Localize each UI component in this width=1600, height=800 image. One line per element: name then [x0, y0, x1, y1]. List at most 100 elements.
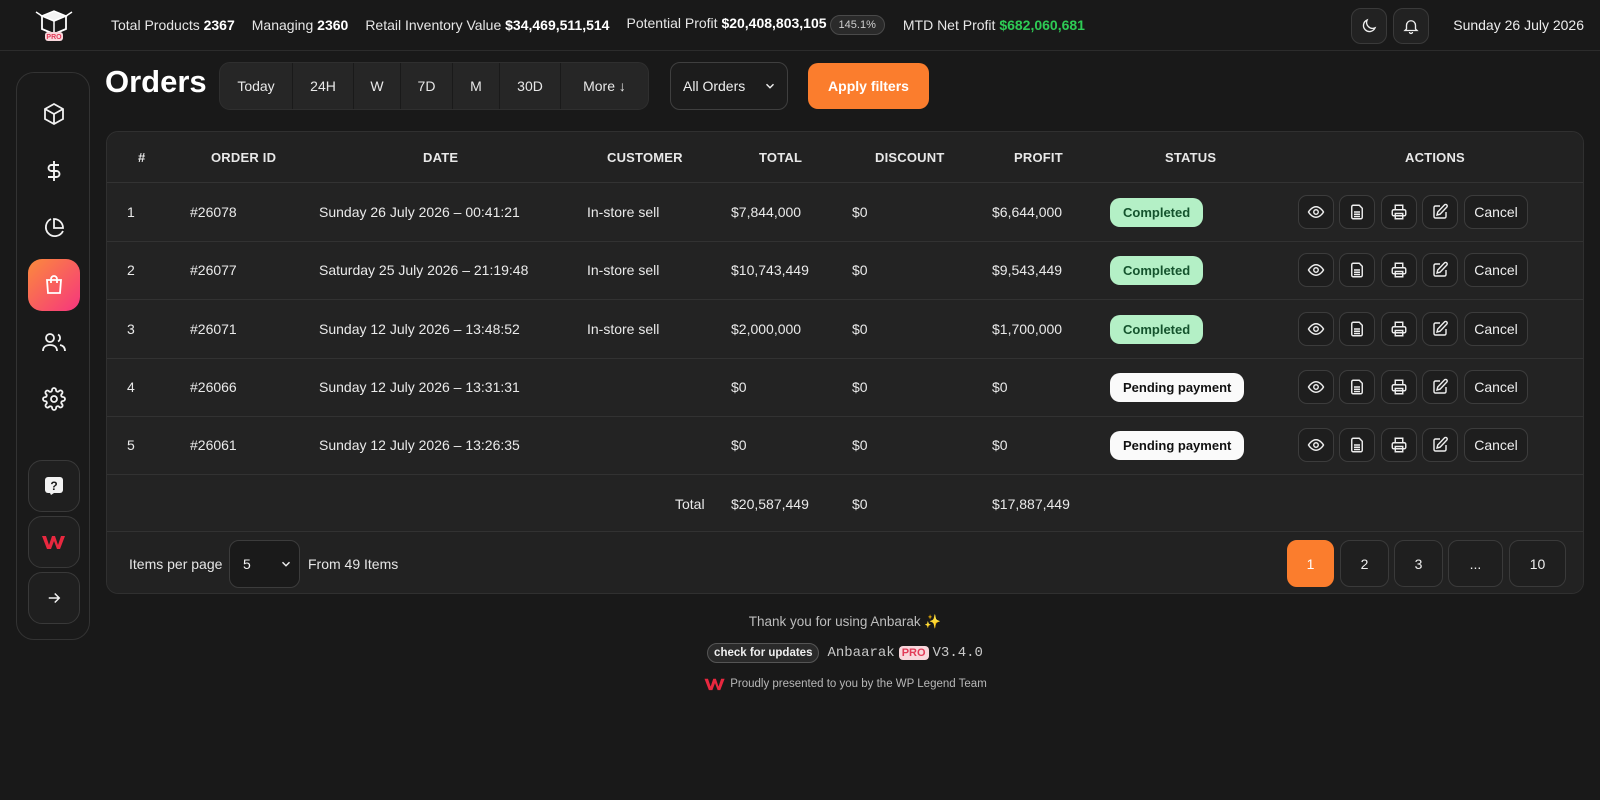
col-total: TOTAL: [759, 150, 803, 165]
range-week[interactable]: W: [354, 63, 401, 109]
edit-order-button[interactable]: [1422, 253, 1458, 287]
eye-icon: [1307, 378, 1325, 396]
sidebar-item-orders[interactable]: [28, 259, 80, 311]
cancel-order-button[interactable]: Cancel: [1464, 195, 1528, 229]
edit-order-button[interactable]: [1422, 312, 1458, 346]
printer-icon: [1390, 378, 1408, 396]
pagination-bar: Items per page 5 From 49 Items 1 2 3 ...…: [107, 532, 1583, 593]
edit-order-button[interactable]: [1422, 370, 1458, 404]
sidebar-item-reports[interactable]: [28, 202, 80, 254]
print-button[interactable]: [1381, 253, 1417, 287]
profit-percent-badge: 145.1%: [829, 15, 885, 35]
view-order-button[interactable]: [1298, 428, 1334, 462]
apply-filters-button[interactable]: Apply filters: [808, 63, 929, 109]
table-row: 5 #26061 Sunday 12 July 2026 – 13:26:35 $0 $…: [107, 416, 1583, 475]
order-total: $0: [731, 437, 747, 453]
printer-icon: [1390, 436, 1408, 454]
view-order-button[interactable]: [1298, 370, 1334, 404]
eye-icon: [1307, 436, 1325, 454]
cancel-order-button[interactable]: Cancel: [1464, 370, 1528, 404]
version-line: check for updates Anbaarak PRO V3.4.0: [0, 643, 1600, 663]
order-date: Sunday 26 July 2026 – 00:41:21: [319, 204, 520, 220]
row-number: 2: [127, 262, 135, 278]
order-profit: $6,644,000: [992, 204, 1063, 220]
check-updates-button[interactable]: check for updates: [707, 643, 820, 663]
range-more[interactable]: More ↓: [561, 63, 648, 109]
range-7d[interactable]: 7D: [401, 63, 453, 109]
page-3-button[interactable]: 3: [1394, 540, 1443, 587]
edit-order-button[interactable]: [1422, 428, 1458, 462]
page-1-button[interactable]: 1: [1287, 540, 1334, 587]
eye-icon: [1307, 261, 1325, 279]
print-button[interactable]: [1381, 428, 1417, 462]
print-button[interactable]: [1381, 312, 1417, 346]
col-actions: ACTIONS: [1405, 150, 1465, 165]
page-2-button[interactable]: 2: [1340, 540, 1389, 587]
sidebar-item-customers[interactable]: [28, 316, 80, 368]
stat-mtd-net-profit: MTD Net Profit $682,060,681: [902, 17, 1085, 33]
status-badge: Pending payment: [1110, 430, 1245, 460]
print-button[interactable]: [1381, 195, 1417, 229]
order-customer: In-store sell: [587, 204, 660, 220]
view-order-button[interactable]: [1298, 253, 1334, 287]
range-month[interactable]: M: [453, 63, 500, 109]
totals-row: Total $20,587,449 $0 $17,887,449: [107, 478, 1583, 532]
box-icon: [44, 102, 64, 126]
sidebar-item-help[interactable]: ?: [28, 460, 80, 512]
page-10-button[interactable]: 10: [1509, 540, 1566, 587]
col-date: DATE: [423, 150, 459, 165]
invoice-button[interactable]: [1339, 312, 1375, 346]
col-customer: CUSTOMER: [607, 150, 683, 165]
totals-total: $20,587,449: [731, 496, 809, 512]
row-number: 4: [127, 379, 135, 395]
col-order-id: ORDER ID: [211, 150, 277, 165]
range-24h[interactable]: 24H: [293, 63, 354, 109]
order-date: Sunday 12 July 2026 – 13:48:52: [319, 321, 520, 337]
cancel-order-button[interactable]: Cancel: [1464, 312, 1528, 346]
table-row: 1 #26078 Sunday 26 July 2026 – 00:41:21 In-…: [107, 183, 1583, 242]
edit-icon: [1431, 261, 1449, 279]
logo-pro-badge: PRO: [46, 34, 62, 41]
totals-discount: $0: [852, 496, 868, 512]
order-id: #26071: [190, 321, 237, 337]
order-total: $7,844,000: [731, 204, 802, 220]
print-button[interactable]: [1381, 370, 1417, 404]
help-icon: ?: [45, 477, 63, 495]
range-30d[interactable]: 30D: [500, 63, 561, 109]
sidebar-item-wp-legend[interactable]: [28, 516, 80, 568]
invoice-button[interactable]: [1339, 370, 1375, 404]
moon-icon[interactable]: [1351, 8, 1387, 44]
edit-icon: [1431, 436, 1449, 454]
bell-icon[interactable]: [1393, 8, 1429, 44]
printer-icon: [1390, 203, 1408, 221]
edit-order-button[interactable]: [1422, 195, 1458, 229]
app-logo[interactable]: PRO: [33, 8, 75, 42]
invoice-button[interactable]: [1339, 195, 1375, 229]
time-range-group: Today 24H W 7D M 30D More ↓: [219, 62, 649, 110]
totals-profit: $17,887,449: [992, 496, 1070, 512]
sidebar-item-settings[interactable]: [28, 373, 80, 425]
sidebar-item-products[interactable]: [28, 88, 80, 140]
invoice-button[interactable]: [1339, 253, 1375, 287]
invoice-button[interactable]: [1339, 428, 1375, 462]
document-icon: [1348, 436, 1366, 454]
stat-potential-profit: Potential Profit $20,408,803,105 145.1%: [626, 15, 885, 35]
row-number: 3: [127, 321, 135, 337]
items-per-page-select[interactable]: 5: [229, 540, 300, 588]
order-filter-select[interactable]: All Orders: [670, 62, 788, 110]
sidebar-item-finance[interactable]: [28, 145, 80, 197]
cancel-order-button[interactable]: Cancel: [1464, 428, 1528, 462]
range-today[interactable]: Today: [220, 63, 293, 109]
view-order-button[interactable]: [1298, 312, 1334, 346]
cancel-order-button[interactable]: Cancel: [1464, 253, 1528, 287]
wp-legend-logo: [42, 536, 65, 549]
shopping-bag-icon: [46, 275, 62, 294]
status-badge: Pending payment: [1110, 372, 1245, 402]
order-discount: $0: [852, 262, 868, 278]
table-row: 3 #26071 Sunday 12 July 2026 – 13:48:52 In-…: [107, 300, 1583, 359]
items-per-page-value: 5: [243, 556, 251, 572]
order-discount: $0: [852, 437, 868, 453]
view-order-button[interactable]: [1298, 195, 1334, 229]
stat-managing: Managing 2360: [251, 17, 349, 33]
order-total: $2,000,000: [731, 321, 802, 337]
